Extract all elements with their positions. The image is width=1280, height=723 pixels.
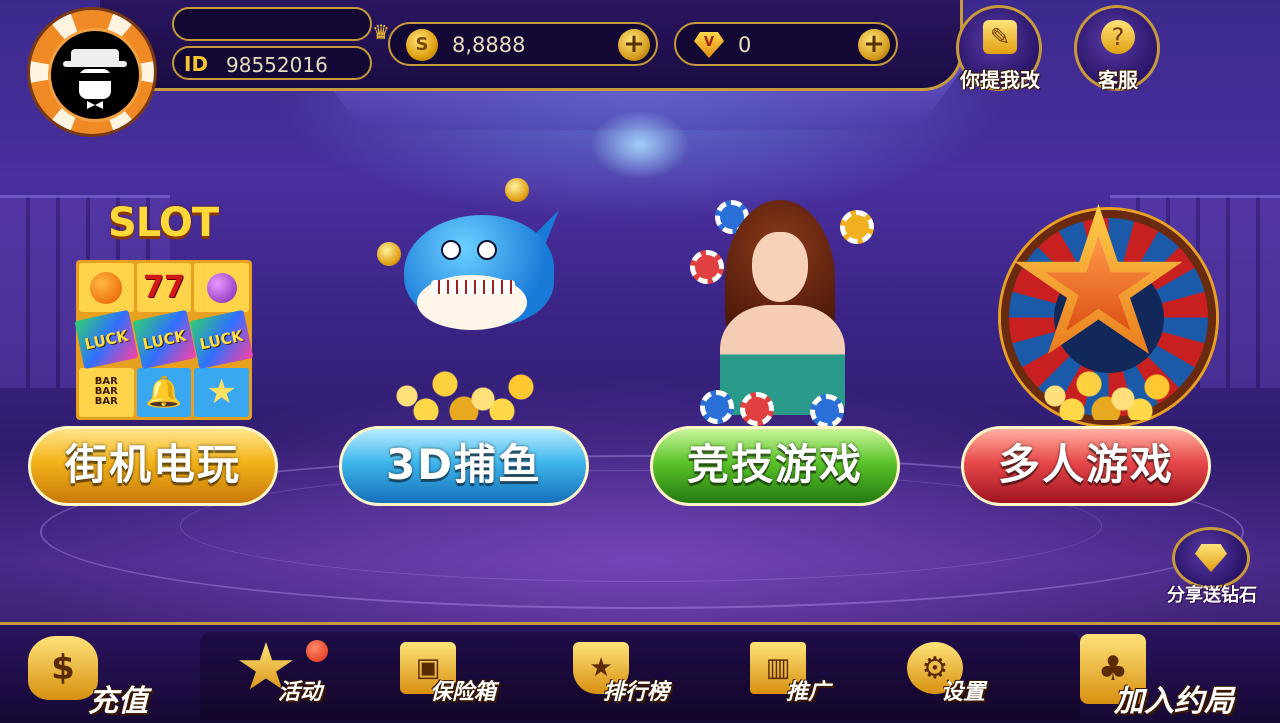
luck-icon: LUCK: [189, 310, 254, 370]
mafia-avatar-icon: [48, 28, 142, 122]
coin-balance: S 8,8888 +: [388, 22, 658, 66]
safe-label: 保险箱: [430, 680, 497, 705]
share-label: 分享送钻石: [1167, 585, 1257, 606]
player-id-field: ID 98552016: [172, 46, 372, 80]
slot-reels: 77 LUCK LUCK LUCK BAR BAR BAR 🔔 ★: [74, 260, 254, 420]
join-room-label: 加入约局: [1114, 684, 1234, 719]
game-card-competitive[interactable]: 竞技游戏: [650, 170, 900, 520]
customer-service-label: 客服: [1098, 68, 1138, 92]
activity-label: 活动: [278, 680, 323, 705]
diamond-value: 0: [738, 33, 752, 57]
seven-icon: 77: [136, 263, 192, 313]
arcade-button[interactable]: 街机电玩: [28, 426, 278, 506]
player-avatar[interactable]: [30, 10, 154, 134]
game-card-multiplayer[interactable]: 多人游戏: [961, 170, 1216, 520]
player-name-field: ♛: [172, 7, 390, 44]
fishing-button[interactable]: 3D捕鱼: [339, 426, 589, 506]
orange-icon: [79, 263, 134, 313]
chat-bubble-icon: ?: [1101, 20, 1135, 54]
settings-label: 设置: [941, 680, 986, 705]
edit-icon: ✎: [983, 20, 1017, 54]
game-card-fishing[interactable]: 3D捕鱼: [339, 170, 589, 520]
multiplayer-button[interactable]: 多人游戏: [961, 426, 1211, 506]
recharge-label: 充值: [88, 684, 148, 719]
competitive-button[interactable]: 竞技游戏: [650, 426, 900, 506]
shark-art: [369, 170, 559, 420]
luck-icon: LUCK: [132, 310, 196, 370]
dealer-girl-art: [680, 170, 874, 428]
notification-dot: [306, 640, 328, 662]
diamond-icon: V: [694, 32, 724, 58]
slot-title: SLOT: [108, 200, 219, 246]
share-diamonds-button[interactable]: 分享送钻石: [1152, 527, 1272, 607]
add-diamonds-button[interactable]: +: [858, 29, 890, 61]
plum-icon: [194, 263, 249, 313]
diamond-balance: V 0 +: [674, 22, 898, 66]
diamond-icon: [1195, 544, 1227, 572]
fortune-wheel-art: [991, 170, 1216, 425]
bell-icon: 🔔: [136, 367, 192, 417]
promotion-label: 推广: [786, 680, 831, 705]
game-card-arcade[interactable]: SLOT 77 LUCK LUCK LUCK BAR BAR BAR 🔔 ★ 街机电…: [28, 170, 278, 520]
luck-icon: LUCK: [74, 310, 139, 370]
feedback-button[interactable]: ✎ 你提我改: [956, 5, 1042, 92]
id-label: ID: [184, 52, 209, 76]
add-coins-button[interactable]: +: [618, 29, 650, 61]
slot-art: SLOT 77 LUCK LUCK LUCK BAR BAR BAR 🔔 ★: [58, 170, 254, 420]
bar-icon: BAR BAR BAR: [79, 367, 134, 417]
feedback-label: 你提我改: [960, 68, 1040, 92]
star-icon: ★: [194, 367, 249, 417]
coin-value: 8,8888: [452, 33, 526, 57]
coin-icon: S: [406, 29, 438, 61]
leaderboard-label: 排行榜: [603, 680, 670, 705]
player-id-value: 98552016: [226, 53, 328, 77]
coin-pile-icon: [369, 360, 559, 420]
coin-pile-icon: [1021, 360, 1191, 420]
customer-service-button[interactable]: ? 客服: [1074, 5, 1160, 92]
